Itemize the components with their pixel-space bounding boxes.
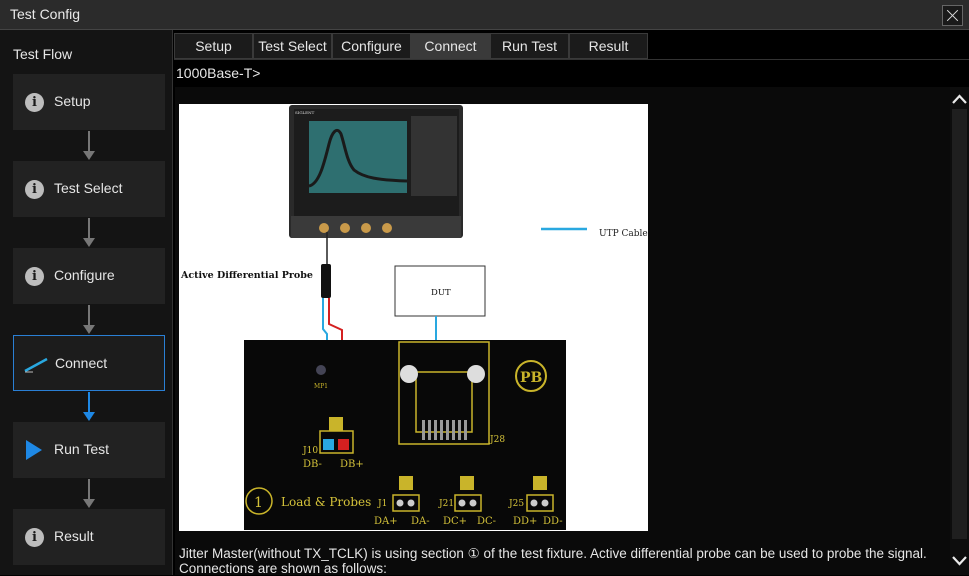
- tab-connect[interactable]: Connect: [411, 33, 490, 59]
- pin-label: DC-: [477, 516, 496, 527]
- close-icon[interactable]: [942, 5, 963, 26]
- vertical-scrollbar[interactable]: [950, 87, 969, 575]
- window-title: Test Config: [10, 6, 81, 22]
- connection-description: Jitter Master(without TX_TCLK) is using …: [179, 546, 927, 576]
- pb-logo: PB: [520, 370, 543, 386]
- flow-step-label: Run Test: [54, 441, 109, 457]
- flow-step-label: Connect: [55, 355, 108, 371]
- pin-label: DA-: [411, 516, 430, 527]
- connector-j28: J28: [489, 435, 505, 445]
- connector-j10: J10: [302, 446, 318, 456]
- pin-label: DC+: [443, 516, 467, 527]
- oscilloscope-image: SIGLENT: [289, 105, 463, 238]
- flow-step-setup[interactable]: i Setup: [13, 74, 165, 130]
- connector-j1: J1: [377, 499, 387, 509]
- tab-setup[interactable]: Setup: [174, 33, 253, 59]
- info-icon: i: [25, 180, 44, 199]
- test-flow-sidebar: Test Flow i Setup i Test Select i Config…: [0, 30, 173, 575]
- pin-label: DD+: [513, 516, 537, 527]
- legend-label: UTP Cable: [599, 229, 648, 239]
- section-number: 1: [254, 495, 263, 511]
- connector-j21: J21: [438, 499, 454, 509]
- flow-arrow: [83, 479, 95, 508]
- window-titlebar: Test Config: [0, 0, 969, 30]
- pin-label: DA+: [374, 516, 398, 527]
- flow-step-result[interactable]: i Result: [13, 509, 165, 565]
- connector-j25: J25: [508, 499, 524, 509]
- section-label: Load & Probes: [281, 495, 371, 509]
- sidebar-title: Test Flow: [13, 46, 73, 62]
- connection-diagram: SIGLENT UTP Cable Active Differential Pr…: [179, 104, 648, 531]
- breadcrumb: 1000Base-T>: [176, 65, 261, 81]
- pin-label: DB-: [303, 459, 322, 470]
- probe-body: [321, 264, 331, 298]
- tab-configure[interactable]: Configure: [332, 33, 411, 59]
- scroll-down-icon[interactable]: [950, 551, 969, 571]
- info-icon: i: [25, 93, 44, 112]
- info-icon: i: [25, 267, 44, 286]
- connector-mp1: MP1: [314, 383, 328, 390]
- probe-label: Active Differential Probe: [180, 270, 313, 281]
- scope-brand: SIGLENT: [295, 110, 315, 115]
- tab-run-test[interactable]: Run Test: [490, 33, 569, 59]
- flow-step-test-select[interactable]: i Test Select: [13, 161, 165, 217]
- flow-step-label: Test Select: [54, 180, 123, 196]
- flow-step-label: Setup: [54, 93, 91, 109]
- flow-arrow-active: [83, 392, 95, 421]
- probe-icon: [24, 357, 48, 373]
- tab-test-select[interactable]: Test Select: [253, 33, 332, 59]
- dut-label: DUT: [431, 288, 451, 298]
- tab-divider: [174, 59, 969, 60]
- flow-step-run-test[interactable]: Run Test: [13, 422, 165, 478]
- flow-step-label: Result: [54, 528, 94, 544]
- scroll-up-icon[interactable]: [950, 89, 969, 109]
- pin-label: DB+: [340, 459, 364, 470]
- flow-step-connect[interactable]: Connect: [13, 335, 165, 391]
- pin-label: DD-: [543, 516, 563, 527]
- flow-arrow: [83, 218, 95, 247]
- tab-result[interactable]: Result: [569, 33, 648, 59]
- flow-step-label: Configure: [54, 267, 115, 283]
- flow-arrow: [83, 131, 95, 160]
- scrollbar-thumb[interactable]: [952, 109, 967, 539]
- flow-step-configure[interactable]: i Configure: [13, 248, 165, 304]
- info-icon: i: [25, 528, 44, 547]
- play-icon: [26, 440, 42, 460]
- flow-arrow: [83, 305, 95, 334]
